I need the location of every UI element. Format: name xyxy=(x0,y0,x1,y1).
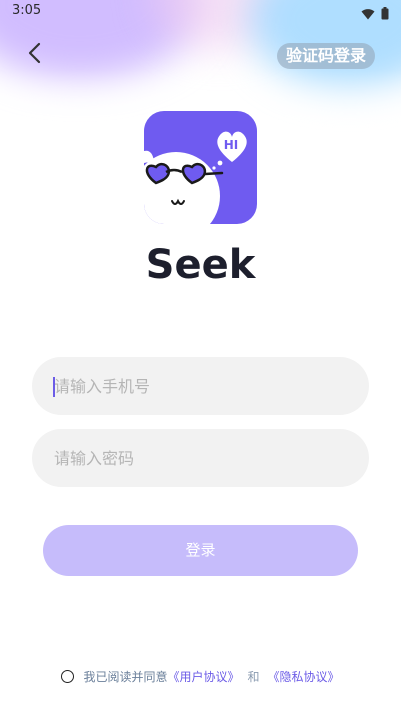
verification-code-login-button[interactable]: 验证码登录 xyxy=(276,43,375,69)
agreement-prefix: 我已阅读并同意 xyxy=(83,670,168,684)
wifi-icon xyxy=(361,5,375,24)
agreement-checkbox[interactable] xyxy=(61,670,75,683)
password-input[interactable] xyxy=(32,429,369,487)
status-icons xyxy=(361,5,389,24)
logo-bubble-text: HI xyxy=(224,138,239,152)
agreement-row: 我已阅读并同意 《用户协议》 和 《隐私协议》 xyxy=(0,668,401,685)
agreement-and: 和 xyxy=(247,670,260,684)
status-bar: 3:05 xyxy=(0,0,401,24)
phone-input[interactable] xyxy=(32,357,369,415)
app-name: Seek xyxy=(145,242,256,288)
battery-icon xyxy=(381,5,389,24)
app-logo: HI xyxy=(144,111,257,224)
back-button[interactable] xyxy=(20,40,50,70)
privacy-agreement-link[interactable]: 《隐私协议》 xyxy=(268,668,340,685)
status-time: 3:05 xyxy=(12,3,42,18)
chevron-left-icon xyxy=(27,41,43,69)
login-button[interactable]: 登录 xyxy=(43,525,358,576)
text-cursor xyxy=(53,377,55,397)
user-agreement-link[interactable]: 《用户协议》 xyxy=(167,668,239,685)
